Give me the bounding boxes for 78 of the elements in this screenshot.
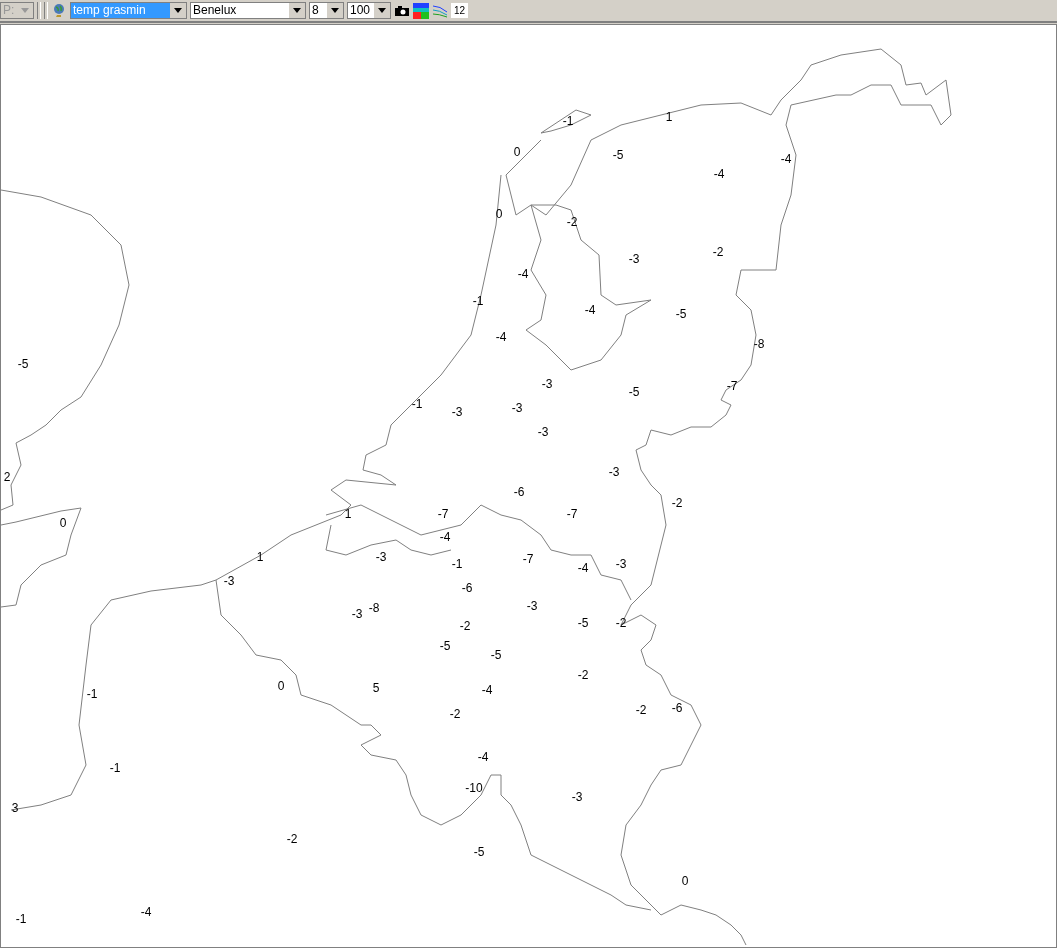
dropdown[interactable]: Benelux bbox=[190, 2, 306, 19]
temperature-label: 0 bbox=[495, 207, 503, 221]
temperature-label: -2 bbox=[615, 616, 627, 630]
temperature-label: 5 bbox=[372, 681, 380, 695]
temperature-label: -5 bbox=[439, 639, 451, 653]
temperature-label: 3 bbox=[11, 801, 19, 815]
temperature-label: 0 bbox=[277, 679, 285, 693]
temperature-label: 0 bbox=[681, 874, 689, 888]
temperature-label: -5 bbox=[577, 616, 589, 630]
temperature-label: -1 bbox=[562, 114, 574, 128]
temperature-label: -3 bbox=[511, 401, 523, 415]
caret-icon bbox=[374, 3, 390, 18]
temperature-label: -2 bbox=[635, 703, 647, 717]
temperature-label: -3 bbox=[351, 607, 363, 621]
temperature-label: 1 bbox=[344, 507, 352, 521]
temperature-label: -8 bbox=[368, 601, 380, 615]
temperature-label: -5 bbox=[490, 648, 502, 662]
temperature-label: -3 bbox=[615, 557, 627, 571]
temperature-label: -1 bbox=[86, 687, 98, 701]
temperature-label: -1 bbox=[15, 912, 27, 926]
temperature-label: -3 bbox=[541, 377, 553, 391]
temperature-label: -7 bbox=[726, 379, 738, 393]
caret-icon bbox=[327, 3, 343, 18]
temperature-label: -4 bbox=[481, 683, 493, 697]
temperature-label: -4 bbox=[439, 530, 451, 544]
caret-icon bbox=[289, 3, 305, 18]
temperature-label: 0 bbox=[59, 516, 67, 530]
temperature-label: -3 bbox=[608, 465, 620, 479]
temperature-label: -3 bbox=[526, 599, 538, 613]
temperature-label: 0 bbox=[513, 145, 521, 159]
temperature-label: -3 bbox=[571, 790, 583, 804]
temperature-label: -2 bbox=[286, 832, 298, 846]
dropdown[interactable]: 8 bbox=[309, 2, 344, 19]
temperature-label: -6 bbox=[461, 581, 473, 595]
temperature-label: -4 bbox=[780, 152, 792, 166]
temperature-label: -7 bbox=[437, 507, 449, 521]
contour-lines-icon[interactable] bbox=[432, 2, 448, 19]
temperature-label: -4 bbox=[140, 905, 152, 919]
temperature-label: -2 bbox=[712, 245, 724, 259]
temperature-label: -7 bbox=[566, 507, 578, 521]
temperature-label: -5 bbox=[628, 385, 640, 399]
temperature-label: -3 bbox=[628, 252, 640, 266]
temperature-label: -4 bbox=[713, 167, 725, 181]
temperature-label: -4 bbox=[495, 330, 507, 344]
temperature-label: -4 bbox=[577, 561, 589, 575]
temperature-label: -1 bbox=[109, 761, 121, 775]
color-map-icon[interactable] bbox=[413, 2, 429, 19]
temperature-label: 1 bbox=[256, 550, 264, 564]
temperature-label: -3 bbox=[375, 550, 387, 564]
temperature-label: -4 bbox=[477, 750, 489, 764]
temperature-label: 1 bbox=[665, 110, 673, 124]
temperature-label: -2 bbox=[459, 619, 471, 633]
temperature-label: -4 bbox=[517, 267, 529, 281]
temperature-label: -6 bbox=[513, 485, 525, 499]
temperature-label: -5 bbox=[17, 357, 29, 371]
globe-icon[interactable] bbox=[51, 2, 67, 19]
temperature-label: -2 bbox=[449, 707, 461, 721]
temperature-label: -4 bbox=[584, 303, 596, 317]
temperature-label: -2 bbox=[566, 215, 578, 229]
temperature-label: -5 bbox=[473, 845, 485, 859]
count-text: 12 bbox=[451, 3, 469, 18]
temperature-label: -1 bbox=[451, 557, 463, 571]
temperature-label: -5 bbox=[675, 307, 687, 321]
temperature-label: -7 bbox=[522, 552, 534, 566]
temperature-label: -2 bbox=[577, 668, 589, 682]
temperature-label: -1 bbox=[472, 294, 484, 308]
temperature-label: 2 bbox=[3, 470, 11, 484]
temperature-label: -1 bbox=[411, 397, 423, 411]
temperature-label: -3 bbox=[451, 405, 463, 419]
dropdown[interactable]: 100 bbox=[347, 2, 391, 19]
temperature-label: -8 bbox=[753, 337, 765, 351]
temperature-label: -2 bbox=[671, 496, 683, 510]
temperature-label: -3 bbox=[223, 574, 235, 588]
caret-icon bbox=[170, 3, 186, 18]
temperature-label: -10 bbox=[465, 781, 483, 795]
temperature-label: -6 bbox=[671, 701, 683, 715]
temperature-label: -5 bbox=[612, 148, 624, 162]
temperature-label: -3 bbox=[537, 425, 549, 439]
